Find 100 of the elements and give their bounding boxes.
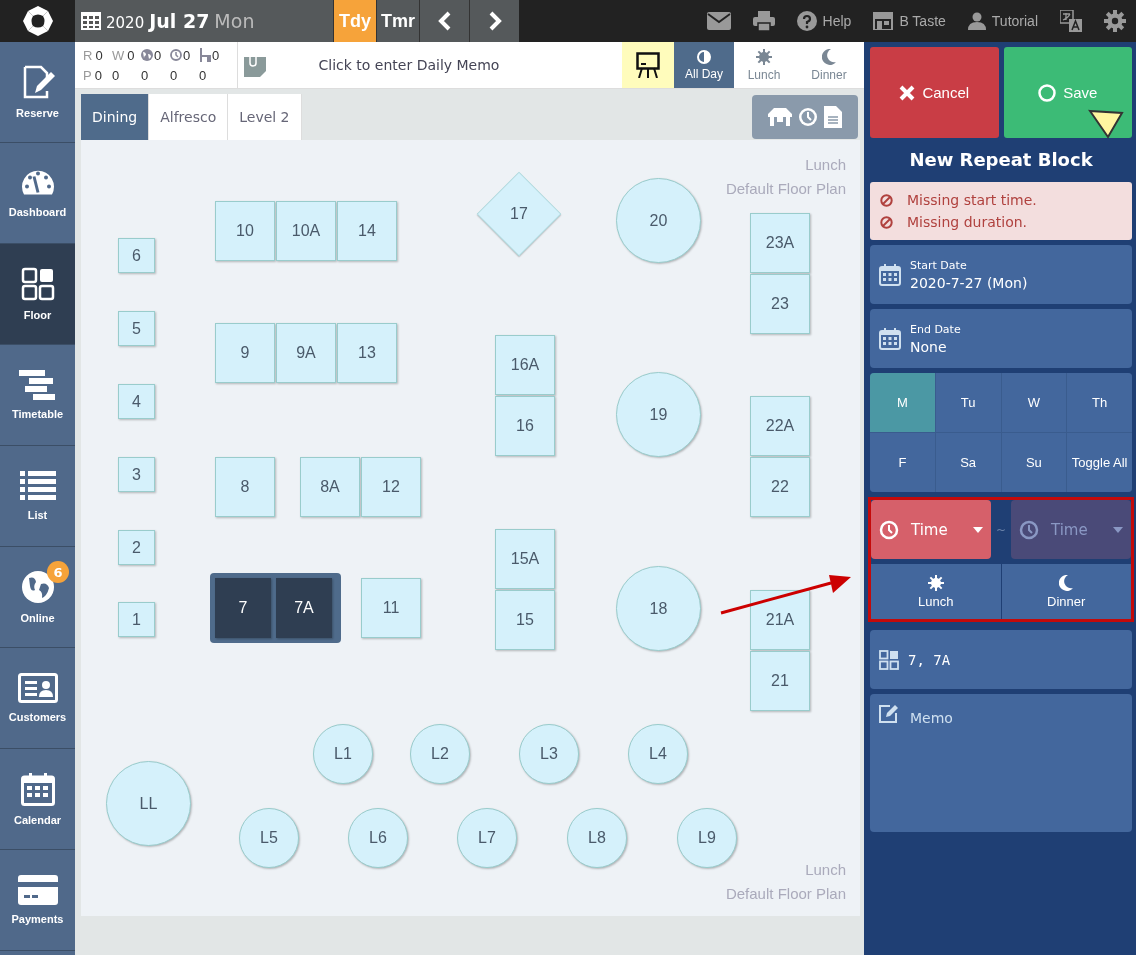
floor-table[interactable]: L4 [628, 724, 688, 784]
notification-badge: 6 [47, 561, 69, 583]
floor-table[interactable]: 22 [750, 457, 810, 517]
tables-field[interactable]: 7, 7A [870, 630, 1132, 689]
floor-table[interactable]: L9 [677, 808, 737, 868]
easel-icon [636, 52, 660, 78]
chair-icon [199, 48, 211, 62]
floor-table[interactable]: 16 [495, 396, 555, 456]
weekday-toggle[interactable]: Tu [935, 373, 1001, 432]
floor-plan-caption: Lunch [805, 155, 846, 175]
person-icon [967, 12, 986, 30]
stat-count: 0 [170, 67, 179, 83]
floor-table[interactable]: 20 [616, 178, 701, 263]
tutorial-link[interactable]: Tutorial [967, 12, 1038, 30]
error-message: Missing duration. [907, 214, 1028, 230]
area-tab[interactable]: Alfresco [149, 94, 229, 140]
floor-table[interactable]: 10 [215, 201, 275, 261]
weekday-toggle[interactable]: F [870, 433, 935, 492]
floor-table[interactable]: 14 [337, 201, 397, 261]
calendar-icon[interactable] [81, 12, 101, 30]
floor-table[interactable]: 15 [495, 590, 555, 650]
clock-icon [1019, 519, 1039, 540]
day-button[interactable]: Tmr [376, 0, 419, 42]
floor-table[interactable]: 1 [118, 602, 155, 637]
moon-icon [822, 48, 836, 65]
floor-table[interactable]: 4 [118, 384, 155, 419]
date-field[interactable]: Start Date 2020-7-27 (Mon) [870, 245, 1132, 304]
cancel-button[interactable]: Cancel [870, 47, 999, 138]
floor-table[interactable]: LL [106, 761, 191, 846]
toggle-all-button[interactable]: Toggle All [1067, 433, 1132, 492]
floor-table[interactable]: 5 [118, 311, 155, 346]
chevron-right-icon [487, 11, 502, 31]
floor-table[interactable]: 10A [276, 201, 336, 261]
floor-table[interactable]: L5 [239, 808, 299, 868]
floor-table[interactable]: 3 [118, 457, 155, 492]
floor-table[interactable]: L8 [567, 808, 627, 868]
sidebar-item[interactable]: Floor [0, 244, 75, 345]
area-tab[interactable]: Level 2 [228, 94, 302, 140]
floor-table[interactable]: 2 [118, 530, 155, 565]
next-button[interactable] [469, 0, 519, 42]
weekday-toggle[interactable]: Sa [935, 433, 1001, 492]
floor-table[interactable]: 11 [361, 578, 421, 638]
stat-count: P 0 [83, 67, 103, 83]
floor-table[interactable]: L1 [313, 724, 373, 784]
floor-table[interactable]: 17 [476, 171, 562, 257]
floor-table[interactable]: 23 [750, 274, 810, 334]
mail-icon[interactable] [706, 12, 731, 30]
floor-table[interactable]: 21 [750, 651, 810, 711]
service-button[interactable]: Dinner [1001, 564, 1131, 619]
floor-table[interactable]: L3 [519, 724, 579, 784]
previous-button[interactable] [419, 0, 469, 42]
floor-table[interactable]: 21A [750, 590, 810, 650]
floor-table[interactable]: 22A [750, 396, 810, 456]
presentation-button[interactable] [622, 42, 674, 88]
range-separator: ~ [994, 522, 1008, 537]
error-message: Missing start time. [907, 192, 1037, 208]
memo-field[interactable]: Memo [870, 694, 1132, 832]
floor-table[interactable]: 12 [361, 457, 421, 517]
settings-icon[interactable] [1104, 10, 1126, 32]
table-icon[interactable] [768, 107, 792, 126]
help-link[interactable]: Help [796, 11, 852, 31]
globe-icon [20, 570, 55, 604]
clock-icon[interactable] [798, 106, 818, 127]
floor-table[interactable]: 8A [300, 457, 360, 517]
floor-table[interactable]: L7 [457, 808, 517, 868]
store-link[interactable]: B Taste [873, 12, 946, 30]
area-tab[interactable]: Dining [81, 94, 150, 140]
edit-icon [878, 704, 898, 724]
date-field[interactable]: End Date None [870, 309, 1132, 368]
circle-icon [1038, 83, 1057, 102]
translate-icon[interactable] [1060, 10, 1082, 32]
weekday-toggle[interactable]: Su [1001, 433, 1067, 492]
weekday-toggle[interactable]: W [1001, 373, 1067, 432]
document-icon[interactable] [824, 105, 842, 128]
floor-table[interactable]: 6 [118, 238, 155, 273]
service-button[interactable]: Lunch [871, 564, 1001, 619]
prohibited-icon [880, 193, 893, 207]
service-tab[interactable]: All Day [674, 42, 734, 88]
floor-table[interactable]: 16A [495, 335, 555, 395]
stat-count: 0 [212, 47, 220, 63]
pointer-icon [1088, 109, 1124, 139]
printer-icon[interactable] [752, 11, 775, 31]
floor-table[interactable]: 7 [215, 578, 271, 638]
floor-table[interactable]: 19 [616, 372, 701, 457]
floor-table[interactable]: 9 [215, 323, 275, 383]
floor-table[interactable]: L2 [410, 724, 470, 784]
floor-table[interactable]: 7A [276, 578, 332, 638]
daily-memo-field[interactable]: Click to enter Daily Memo [238, 42, 622, 88]
id-card-icon [17, 673, 58, 703]
weekday-toggle[interactable]: Th [1067, 373, 1132, 432]
floor-table[interactable]: 23A [750, 213, 810, 273]
floor-table[interactable]: 9A [276, 323, 336, 383]
floor-table[interactable]: 15A [495, 529, 555, 589]
floor-table[interactable]: 8 [215, 457, 275, 517]
floor-table[interactable]: 13 [337, 323, 397, 383]
weekday-toggle[interactable]: M [870, 373, 935, 432]
time-dropdown[interactable]: Time [871, 500, 991, 559]
floor-table[interactable]: 18 [616, 566, 701, 651]
floor-table[interactable]: L6 [348, 808, 408, 868]
panel-title: New Repeat Block [908, 148, 1094, 172]
